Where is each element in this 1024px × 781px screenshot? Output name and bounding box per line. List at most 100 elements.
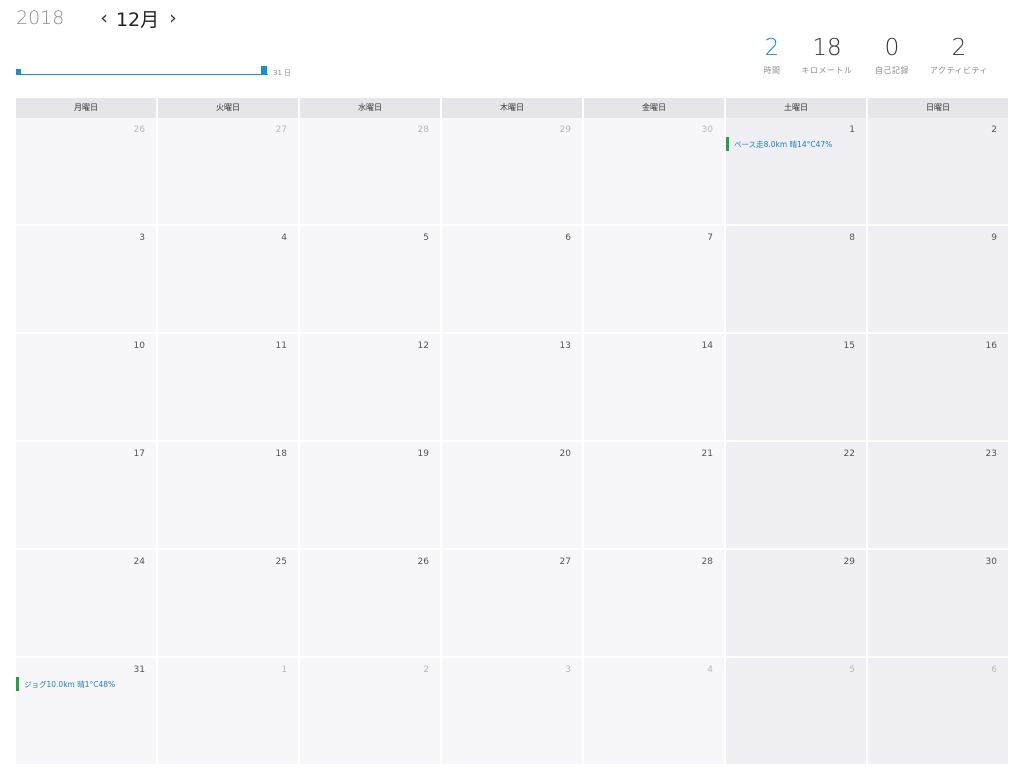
prev-month-icon[interactable]: ‹ xyxy=(98,8,110,28)
activity-timeline: 31 日 xyxy=(16,64,306,78)
calendar-day-cell[interactable]: 27 xyxy=(442,550,582,656)
month-navigation: 2018 ‹ 12月 › xyxy=(16,4,179,32)
day-number: 24 xyxy=(133,557,145,567)
day-number: 5 xyxy=(849,665,855,675)
stat-hours: 2 時間 xyxy=(752,36,792,76)
day-number: 29 xyxy=(559,125,571,135)
day-number: 28 xyxy=(417,125,429,135)
activity-event[interactable]: ペース走8.0km 晴14°C47% xyxy=(726,137,832,151)
calendar-day-cell[interactable]: 28 xyxy=(584,550,724,656)
event-label: ジョグ10.0km 晴1°C48% xyxy=(24,679,116,689)
calendar-day-cell[interactable]: 26 xyxy=(16,118,156,224)
next-month-icon[interactable]: › xyxy=(167,8,179,28)
stat-records-label: 自己記録 xyxy=(875,66,909,75)
month-label: 12月 xyxy=(115,8,160,31)
activity-event[interactable]: ジョグ10.0km 晴1°C48% xyxy=(16,677,115,691)
calendar-day-cell[interactable]: 15 xyxy=(726,334,866,440)
calendar-day-cell[interactable]: 12 xyxy=(300,334,440,440)
calendar-day-cell[interactable]: 29 xyxy=(726,550,866,656)
calendar-day-cell[interactable]: 6 xyxy=(442,226,582,332)
weekday-mon: 月曜日 xyxy=(16,98,156,118)
calendar-day-cell[interactable]: 8 xyxy=(726,226,866,332)
timeline-marker-end[interactable] xyxy=(261,66,267,75)
stat-records: 0 自己記録 xyxy=(870,36,914,76)
calendar-day-cell[interactable]: 24 xyxy=(16,550,156,656)
day-number: 17 xyxy=(133,449,145,459)
day-number: 4 xyxy=(707,665,713,675)
day-number: 21 xyxy=(701,449,713,459)
stat-hours-value: 2 xyxy=(764,35,780,61)
day-number: 30 xyxy=(985,557,997,567)
calendar-day-cell[interactable]: 30 xyxy=(868,550,1008,656)
calendar-day-cell[interactable]: 20 xyxy=(442,442,582,548)
day-number: 20 xyxy=(559,449,571,459)
day-number: 1 xyxy=(281,665,287,675)
timeline-marker-start[interactable] xyxy=(16,69,21,75)
day-number: 1 xyxy=(849,125,855,135)
day-number: 8 xyxy=(849,233,855,243)
calendar-day-cell[interactable]: 18 xyxy=(158,442,298,548)
day-number: 13 xyxy=(559,341,571,351)
stat-activities-value: 2 xyxy=(951,35,967,61)
day-number: 11 xyxy=(275,341,287,351)
calendar-day-cell[interactable]: 3 xyxy=(442,658,582,764)
calendar-day-cell[interactable]: 11 xyxy=(158,334,298,440)
calendar-day-cell[interactable]: 1 ペース走8.0km 晴14°C47% xyxy=(726,118,866,224)
calendar-day-cell[interactable]: 2 xyxy=(868,118,1008,224)
calendar-day-cell[interactable]: 29 xyxy=(442,118,582,224)
calendar-day-cell[interactable]: 2 xyxy=(300,658,440,764)
day-number: 19 xyxy=(417,449,429,459)
day-number: 3 xyxy=(565,665,571,675)
day-number: 27 xyxy=(559,557,571,567)
day-number: 2 xyxy=(991,125,997,135)
weekday-sat: 土曜日 xyxy=(726,98,866,118)
stat-hours-label: 時間 xyxy=(763,66,781,75)
calendar-day-cell[interactable]: 19 xyxy=(300,442,440,548)
calendar-day-cell[interactable]: 4 xyxy=(584,658,724,764)
calendar-day-cell[interactable]: 30 xyxy=(584,118,724,224)
day-number: 27 xyxy=(275,125,287,135)
day-number: 26 xyxy=(133,125,145,135)
day-number: 26 xyxy=(417,557,429,567)
day-number: 30 xyxy=(701,125,713,135)
calendar-day-cell[interactable]: 16 xyxy=(868,334,1008,440)
calendar-day-cell[interactable]: 4 xyxy=(158,226,298,332)
calendar-day-cell[interactable]: 31 ジョグ10.0km 晴1°C48% xyxy=(16,658,156,764)
weekday-fri: 金曜日 xyxy=(584,98,724,118)
calendar-day-cell[interactable]: 5 xyxy=(300,226,440,332)
weekday-sun: 日曜日 xyxy=(868,98,1008,118)
stat-kilometers: 18 キロメートル xyxy=(796,36,858,76)
event-color-bar xyxy=(16,677,19,691)
calendar-day-cell[interactable]: 9 xyxy=(868,226,1008,332)
day-number: 6 xyxy=(565,233,571,243)
timeline-line xyxy=(16,74,268,75)
timeline-end-label: 31 日 xyxy=(273,69,292,77)
calendar-day-cell[interactable]: 10 xyxy=(16,334,156,440)
calendar-day-cell[interactable]: 7 xyxy=(584,226,724,332)
calendar-day-cell[interactable]: 21 xyxy=(584,442,724,548)
day-number: 15 xyxy=(843,341,855,351)
calendar-day-cell[interactable]: 22 xyxy=(726,442,866,548)
calendar-day-cell[interactable]: 6 xyxy=(868,658,1008,764)
day-number: 9 xyxy=(991,233,997,243)
stat-records-value: 0 xyxy=(884,35,900,61)
calendar-day-cell[interactable]: 17 xyxy=(16,442,156,548)
calendar-day-cell[interactable]: 28 xyxy=(300,118,440,224)
event-label: ペース走8.0km 晴14°C47% xyxy=(734,139,833,149)
calendar-day-cell[interactable]: 13 xyxy=(442,334,582,440)
day-number: 28 xyxy=(701,557,713,567)
calendar-day-cell[interactable]: 27 xyxy=(158,118,298,224)
calendar-day-cell[interactable]: 5 xyxy=(726,658,866,764)
calendar-day-cell[interactable]: 14 xyxy=(584,334,724,440)
calendar-day-cell[interactable]: 3 xyxy=(16,226,156,332)
stat-activities-label: アクティビティ xyxy=(929,66,989,75)
calendar-day-cell[interactable]: 26 xyxy=(300,550,440,656)
weekday-header: 月曜日 火曜日 水曜日 木曜日 金曜日 土曜日 日曜日 xyxy=(16,98,1008,118)
calendar-day-cell[interactable]: 23 xyxy=(868,442,1008,548)
day-number: 29 xyxy=(843,557,855,567)
day-number: 6 xyxy=(991,665,997,675)
calendar-day-cell[interactable]: 1 xyxy=(158,658,298,764)
calendar-day-cell[interactable]: 25 xyxy=(158,550,298,656)
day-number: 4 xyxy=(281,233,287,243)
day-number: 31 xyxy=(133,665,145,675)
